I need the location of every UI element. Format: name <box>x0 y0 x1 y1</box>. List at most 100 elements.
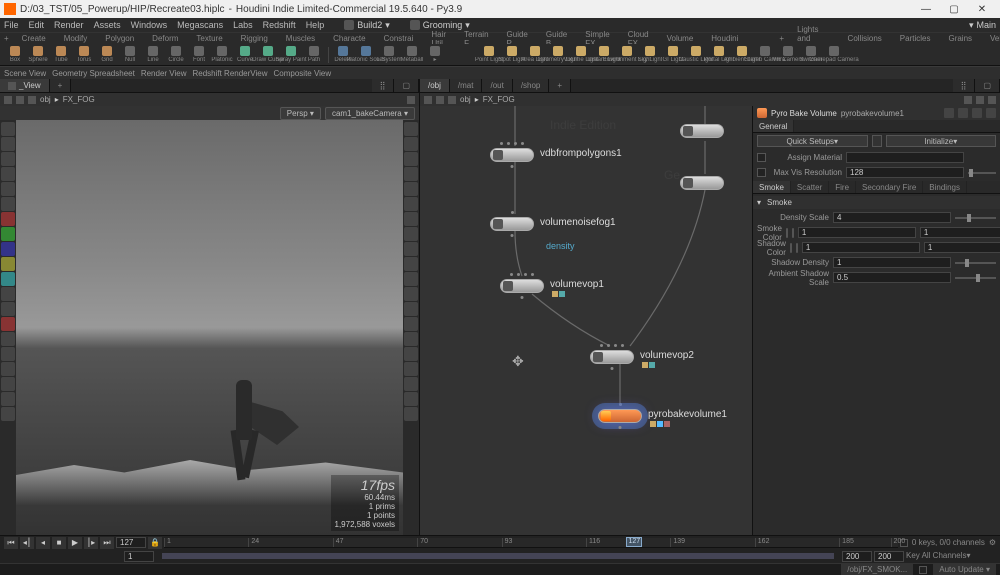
desktop-selector-main[interactable]: ▾ Main <box>969 20 996 31</box>
timeline-end-input[interactable] <box>874 551 904 562</box>
shelf-spraypaint-button[interactable]: Spray Paint <box>280 45 302 65</box>
shadow-density-slider[interactable] <box>955 262 996 264</box>
menu-redshift[interactable]: Redshift <box>263 20 296 30</box>
shadow-g-input[interactable] <box>924 242 1000 253</box>
assign-material-checkbox[interactable] <box>757 153 766 162</box>
shelf-tab[interactable]: Houdini <box>706 33 743 44</box>
tab-shop[interactable]: /shop <box>513 79 550 92</box>
timeline-start-input[interactable] <box>124 551 154 562</box>
tab-general[interactable]: General <box>753 120 794 132</box>
disp-numbers-icon[interactable] <box>404 167 418 181</box>
smoke-g-input[interactable] <box>920 227 1000 238</box>
shelf-tab[interactable]: Collisions <box>843 33 887 44</box>
shelf-box-button[interactable]: Box <box>4 45 26 65</box>
pane-tab[interactable]: Geometry Spreadsheet <box>52 69 135 78</box>
net-path-obj[interactable]: obj <box>460 95 471 104</box>
move-tool-icon[interactable] <box>1 167 15 181</box>
disp-points-icon[interactable] <box>404 137 418 151</box>
disp-light-icon[interactable] <box>404 242 418 256</box>
smoke-r-input[interactable] <box>798 227 916 238</box>
tl-gear-icon[interactable]: ⚙ <box>989 538 996 547</box>
select-contained-icon[interactable] <box>1 137 15 151</box>
shelf-tab[interactable]: Constrai <box>379 33 419 44</box>
ambient-shadow-slider[interactable] <box>955 277 996 279</box>
disp-hull-icon[interactable] <box>404 317 418 331</box>
timeline-ruler[interactable]: 1 24 47 70 93 116 127 139 162 185 200 <box>164 538 898 548</box>
tab-mat[interactable]: /mat <box>450 79 483 92</box>
shelf-pointlight-button[interactable]: Point Light <box>478 45 500 65</box>
shelf-tab-toggle-right[interactable]: + <box>779 34 784 43</box>
initialize-dropdown[interactable]: Initialize ▾ <box>886 135 997 147</box>
menu-render[interactable]: Render <box>54 20 84 30</box>
pane-tab[interactable]: Composite View <box>274 69 332 78</box>
tl-lock-button[interactable]: 🔒 <box>148 537 162 549</box>
shelf-tab[interactable]: Texture <box>191 33 227 44</box>
tl-nextkey-button[interactable]: ⎮▸ <box>84 537 98 549</box>
desktop-selector-build[interactable]: Build2 ▾ <box>344 20 390 31</box>
flipbook-icon[interactable] <box>1 392 15 406</box>
status-node-indicator[interactable]: /obj/FX_SMOK... <box>841 564 913 575</box>
shelf-platonic-button[interactable]: Platonic <box>211 45 233 65</box>
back-icon[interactable] <box>4 96 12 104</box>
tab-obj[interactable]: /obj <box>420 79 450 92</box>
shelf-tab[interactable]: Vellum <box>985 33 1000 44</box>
tl-prev-button[interactable]: ◂ <box>36 537 50 549</box>
disp-ghost-icon[interactable] <box>404 332 418 346</box>
window-minimize-button[interactable]: — <box>912 1 940 17</box>
snap-multi-icon[interactable] <box>1 332 15 346</box>
snap-curve-icon[interactable] <box>1 317 15 331</box>
shelf-tab[interactable]: Grains <box>943 33 977 44</box>
blue-tool-icon[interactable] <box>1 242 15 256</box>
shelf-tab[interactable]: Muscles <box>281 33 320 44</box>
inspect-icon[interactable] <box>1 377 15 391</box>
tab-plus[interactable]: + <box>50 79 72 92</box>
home-icon[interactable] <box>28 96 36 104</box>
shelf-grid-button[interactable]: Grid <box>96 45 118 65</box>
tab-plus-net[interactable]: + <box>549 79 571 92</box>
subtab-scatter[interactable]: Scatter <box>791 181 829 193</box>
pin-icon[interactable] <box>407 96 415 104</box>
shelf-null-button[interactable]: Null <box>119 45 141 65</box>
menu-edit[interactable]: Edit <box>29 20 45 30</box>
snap-point-icon[interactable] <box>1 287 15 301</box>
timeline-range-bar[interactable] <box>162 553 834 559</box>
scale-tool-icon[interactable] <box>1 197 15 211</box>
shelf-circle-button[interactable]: Circle <box>165 45 187 65</box>
timeline-end-in-input[interactable] <box>842 551 872 562</box>
shelf-tab[interactable]: Rigging <box>236 33 273 44</box>
node-pyrobakevolume[interactable]: pyrobakevolume1 <box>598 409 642 423</box>
disp-override-icon[interactable] <box>404 227 418 241</box>
viewport-camera-select[interactable]: cam1_bakeCamera ▾ <box>325 107 415 120</box>
disp-group-icon[interactable] <box>404 377 418 391</box>
path-node[interactable]: FX_FOG <box>63 95 95 104</box>
shelf-sphere-button[interactable]: Sphere <box>27 45 49 65</box>
red-tool-icon[interactable] <box>1 212 15 226</box>
shadow-color-swatch[interactable] <box>796 243 798 253</box>
shelf-tab[interactable]: Create <box>17 33 51 44</box>
net-pin-icon[interactable] <box>988 96 996 104</box>
shelf-tab[interactable]: Modify <box>59 33 93 44</box>
density-scale-input[interactable] <box>833 212 951 223</box>
ambient-shadow-input[interactable] <box>833 272 951 283</box>
shelf-spotlight-button[interactable]: Spot Light <box>501 45 523 65</box>
node-volumevop2[interactable]: volumevop2 <box>590 350 634 364</box>
shelf-line-button[interactable]: Line <box>142 45 164 65</box>
tablet-icon[interactable] <box>1 347 15 361</box>
disp-ortho-icon[interactable] <box>404 287 418 301</box>
status-update-mode[interactable]: Auto Update ▾ <box>933 564 996 575</box>
param-help-icon[interactable] <box>972 108 982 118</box>
net-gear-icon[interactable] <box>976 96 984 104</box>
shadow-r-input[interactable] <box>802 242 920 253</box>
pane-max-icon[interactable]: ▢ <box>394 79 419 92</box>
node-partial-top[interactable] <box>680 124 724 138</box>
net-home-icon[interactable] <box>448 96 456 104</box>
param-gear-icon[interactable] <box>944 108 954 118</box>
net-opts-icon[interactable]: ⣿ <box>953 79 976 92</box>
menu-labs[interactable]: Labs <box>233 20 253 30</box>
subtab-secfire[interactable]: Secondary Fire <box>856 181 923 193</box>
shelf-path-button[interactable]: Path <box>303 45 325 65</box>
shelf-tab[interactable]: Volume <box>662 33 699 44</box>
quick-setups-btn[interactable] <box>872 135 882 147</box>
shelf-font-button[interactable]: Font <box>188 45 210 65</box>
disp-xray-icon[interactable] <box>404 362 418 376</box>
